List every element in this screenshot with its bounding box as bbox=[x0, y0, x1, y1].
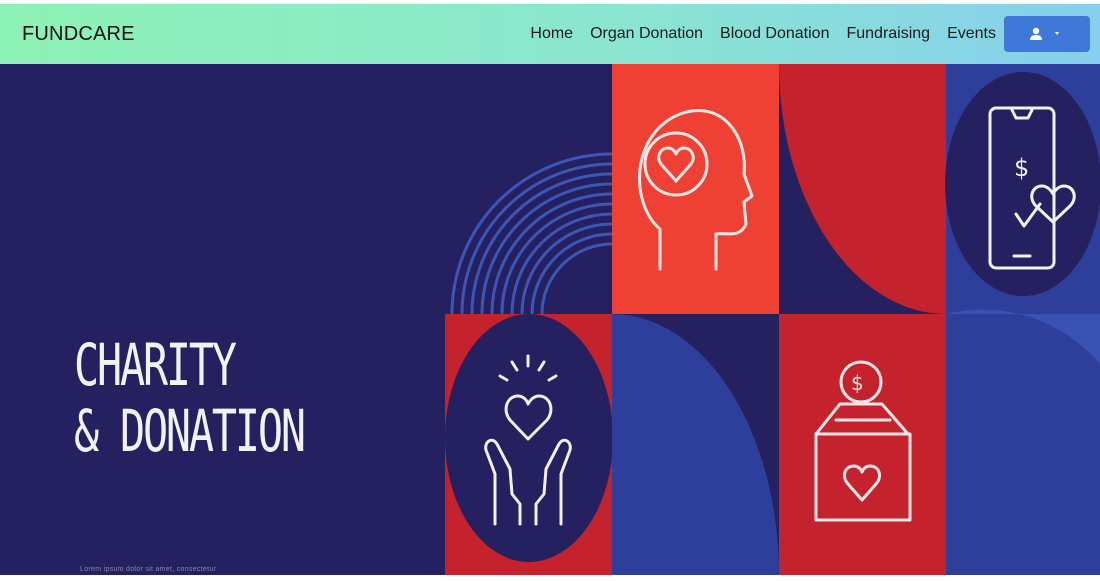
svg-text:$: $ bbox=[1014, 154, 1029, 182]
hero-caption: Lorem ipsum dolor sit amet, consectetur bbox=[80, 566, 217, 573]
nav-link-home[interactable]: Home bbox=[530, 25, 573, 43]
nav-links: Home Organ Donation Blood Donation Fundr… bbox=[530, 25, 996, 43]
brand-logo[interactable]: FUNDCARE bbox=[22, 23, 135, 46]
nav-link-events[interactable]: Events bbox=[947, 25, 996, 43]
hero-banner: $ $ CHARITY & DONATION Lorem ipsum dolor… bbox=[0, 64, 1100, 575]
hero-title-line-2: & DONATION bbox=[74, 397, 306, 465]
user-icon bbox=[1030, 27, 1042, 40]
svg-text:$: $ bbox=[851, 371, 864, 395]
hero-title-line-1: CHARITY bbox=[74, 331, 237, 399]
hero-title: CHARITY & DONATION bbox=[74, 331, 306, 465]
nav-link-organ-donation[interactable]: Organ Donation bbox=[590, 25, 703, 43]
user-menu-button[interactable] bbox=[1004, 16, 1090, 52]
nav-link-blood-donation[interactable]: Blood Donation bbox=[720, 25, 829, 43]
nav-link-fundraising[interactable]: Fundraising bbox=[846, 25, 930, 43]
navbar: FUNDCARE Home Organ Donation Blood Donat… bbox=[0, 4, 1100, 64]
caret-down-icon bbox=[1055, 32, 1059, 35]
hero-artwork: $ $ bbox=[0, 64, 1100, 575]
